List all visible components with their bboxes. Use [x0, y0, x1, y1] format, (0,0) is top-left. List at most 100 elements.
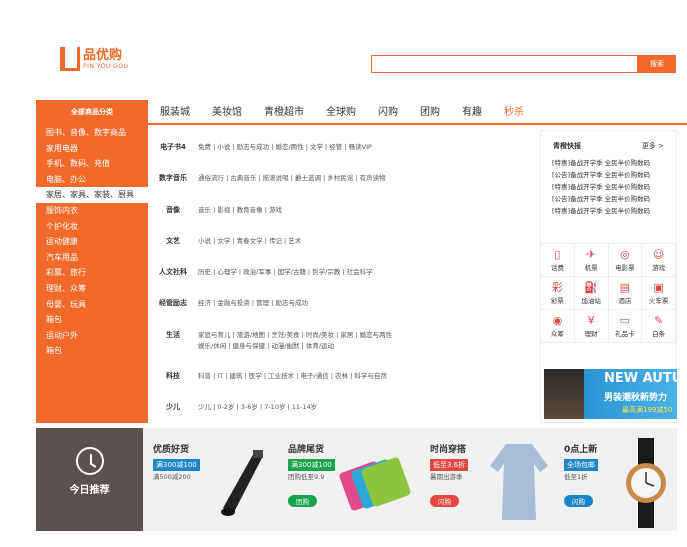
menu-heading[interactable]: 少儿 — [148, 402, 198, 413]
menu-heading[interactable]: 音像 — [148, 205, 198, 216]
towels-image — [339, 457, 411, 511]
sidebar-item[interactable]: 个护化妆 — [36, 219, 148, 235]
service-item[interactable]: ▯ 话费 — [541, 244, 575, 277]
logo-mark — [60, 47, 80, 71]
main-nav: 全部商品分类 服装城 美妆馆 青橙超市 全球购 闪购 团购 有趣 秒杀 — [36, 100, 687, 125]
news-item[interactable]: [公告]备战开学季 全民半价购数码 — [552, 193, 665, 205]
tab-beauty[interactable]: 美妆馆 — [212, 100, 242, 125]
tab-flash[interactable]: 闪购 — [378, 100, 398, 125]
sidebar-item[interactable]: 服饰内衣 — [36, 203, 148, 219]
sidebar-item[interactable]: 运动户外 — [36, 328, 148, 344]
service-item[interactable]: ¥ 理财 — [574, 310, 609, 343]
menu-links[interactable]: 少儿 | 0-2岁 | 3-6岁 | 7-10岁 | 11-14岁 — [198, 402, 535, 413]
sidebar-item[interactable]: 运动健康 — [36, 234, 148, 250]
menu-heading[interactable]: 科技 — [148, 371, 198, 382]
menu-links[interactable]: 科普 | IT | 建筑 | 医学 | 工业技术 | 电子/通信 | 农林 | … — [198, 371, 535, 382]
sidebar-item[interactable]: 箱包 — [36, 343, 148, 359]
tab-clothing[interactable]: 服装城 — [160, 100, 190, 125]
menu-links[interactable]: 小说 | 文学 | 青春文学 | 传记 | 艺术 — [198, 236, 535, 247]
menu-heading[interactable]: 电子书4 — [148, 142, 198, 153]
service-item[interactable]: ✎ 白条 — [642, 310, 676, 343]
menu-row: 人文社科 历史 | 心理学 | 政治/军事 | 国学/古籍 | 哲学/宗教 | 社… — [148, 267, 535, 278]
category-sidebar: 图书、音像、数字商品 家用电器 手机、数码、充值 电脑、办公 家居、家具、家装、… — [36, 125, 148, 423]
menu-links[interactable]: 经济 | 金融与投资 | 管理 | 励志与成功 — [198, 298, 535, 309]
search-button[interactable]: 搜索 — [638, 55, 676, 73]
card-title: 优质好货 — [153, 445, 190, 455]
service-item[interactable]: ✈ 机票 — [574, 244, 609, 277]
service-label: 机票 — [584, 264, 598, 272]
service-item[interactable]: ◉ 众筹 — [541, 310, 575, 343]
card-subtitle: 团购低至9.9 — [288, 473, 325, 481]
tab-supermarket[interactable]: 青橙超市 — [264, 100, 304, 125]
menu-heading[interactable]: 生活 — [148, 330, 198, 352]
card-subtitle: 满500减200 — [153, 473, 191, 481]
service-item[interactable]: ▤ 酒店 — [608, 277, 643, 310]
sidebar-item[interactable]: 汽车用品 — [36, 250, 148, 266]
news-item[interactable]: [特惠]备战开学季 全民半价购数码 — [552, 205, 665, 217]
service-label: 酒店 — [618, 297, 632, 305]
flash-buy-button[interactable]: 闪购 — [564, 495, 593, 507]
promo-card[interactable]: 时尚穿搭 低至3.6折 暑期出游季 闪购 — [420, 428, 555, 531]
tab-fun[interactable]: 有趣 — [462, 100, 482, 125]
menu-heading[interactable]: 数字音乐 — [148, 173, 198, 184]
news-item[interactable]: [特惠]备战开学季 全民半价购数码 — [552, 181, 665, 193]
sidebar-item[interactable]: 家用电器 — [36, 141, 148, 157]
menu-row: 少儿 少儿 | 0-2岁 | 3-6岁 | 7-10岁 | 11-14岁 — [148, 402, 535, 413]
sidebar-item[interactable]: 手机、数码、充值 — [36, 156, 148, 172]
crowdfund-icon: ◉ — [552, 314, 563, 327]
all-categories-button[interactable]: 全部商品分类 — [36, 100, 148, 125]
news-more-link[interactable]: 更多 > — [642, 141, 664, 151]
promo-card[interactable]: 优质好货 满300减100 满500减200 — [143, 428, 278, 531]
promo-card[interactable]: 品牌尾货 满300减100 团购低至9.9 团购 — [278, 428, 413, 531]
sidebar-item[interactable]: 理财、众筹 — [36, 281, 148, 297]
service-item[interactable]: ◎ 电影票 — [608, 244, 643, 277]
credit-icon: ✎ — [654, 314, 664, 327]
group-buy-button[interactable]: 团购 — [288, 495, 317, 507]
service-label: 众筹 — [550, 330, 564, 338]
news-item[interactable]: [公告]备战开学季 全民半价购数码 — [552, 169, 665, 181]
news-list: [特惠]备战开学季 全民半价购数码 [公告]备战开学季 全民半价购数码 [特惠]… — [541, 151, 676, 217]
sidebar-item[interactable]: 母婴、玩具 — [36, 297, 148, 313]
sidebar-item[interactable]: 电脑、办公 — [36, 172, 148, 188]
menu-links-line1[interactable]: 家庭与育儿 | 旅游/地图 | 烹饪/美食 | 时尚/美妆 | 家居 | 婚恋与… — [198, 331, 392, 339]
menu-links[interactable]: 历史 | 心理学 | 政治/军事 | 国学/古籍 | 哲学/宗教 | 社会科学 — [198, 267, 535, 278]
logo[interactable]: 品优购 PIN YOU GOU — [60, 47, 128, 71]
menu-heading[interactable]: 人文社科 — [148, 267, 198, 278]
card-subtitle: 低至1折 — [564, 473, 588, 481]
menu-heading[interactable]: 文艺 — [148, 236, 198, 247]
service-item[interactable]: ▭ 礼品卡 — [608, 310, 643, 343]
service-item[interactable]: ⛽ 加油站 — [574, 277, 609, 310]
train-icon: ▣ — [653, 281, 664, 294]
menu-links[interactable]: 家庭与育儿 | 旅游/地图 | 烹饪/美食 | 时尚/美妆 | 家居 | 婚恋与… — [198, 330, 535, 352]
sidebar-item[interactable]: 彩票、旅行 — [36, 265, 148, 281]
sidebar-item[interactable]: 图书、音像、数字商品 — [36, 125, 148, 141]
sidebar-item[interactable]: 箱包 — [36, 312, 148, 328]
card-tag: 低至3.6折 — [430, 459, 469, 471]
game-icon: ☺ — [652, 248, 665, 261]
service-item[interactable]: 彩彩票 — [541, 277, 575, 310]
news-item[interactable]: [特惠]备战开学季 全民半价购数码 — [552, 157, 665, 169]
promo-card[interactable]: 0点上新 全场包邮 低至1折 闪购 — [554, 428, 687, 531]
flash-buy-button[interactable]: 闪购 — [430, 495, 459, 507]
tab-global[interactable]: 全球购 — [326, 100, 356, 125]
search-input[interactable] — [371, 55, 638, 73]
menu-heading[interactable]: 经管励志 — [148, 298, 198, 309]
menu-links-line2[interactable]: 娱乐/休闲 | 健身与保健 | 动漫/幽默 | 体育/运动 — [198, 342, 334, 350]
tab-group[interactable]: 团购 — [420, 100, 440, 125]
sidebar-item[interactable]: 家居、家具、家装、厨具 — [36, 187, 148, 203]
card-tag: 满300减100 — [288, 459, 335, 471]
vacuum-image — [221, 450, 263, 516]
card-subtitle: 暑期出游季 — [430, 473, 463, 481]
tab-seckill[interactable]: 秒杀 — [504, 100, 524, 125]
autumn-banner[interactable]: NEW AUTUMN 男装潮秋新势力 最高满199减50 — [544, 369, 677, 419]
menu-links[interactable]: 音乐 | 影视 | 教育音像 | 游戏 — [198, 205, 535, 216]
menu-links[interactable]: 通俗流行 | 古典音乐 | 摇滚说唱 | 爵士蓝调 | 乡村民谣 | 有声读物 — [198, 173, 535, 184]
menu-row: 科技 科普 | IT | 建筑 | 医学 | 工业技术 | 电子/通信 | 农林 … — [148, 371, 535, 382]
service-label: 彩票 — [550, 297, 564, 305]
shirt-image — [490, 444, 548, 520]
menu-links[interactable]: 免费 | 小说 | 励志与成功 | 婚恋/两性 | 文学 | 经管 | 畅读VI… — [198, 142, 535, 153]
service-item[interactable]: ☺ 游戏 — [642, 244, 676, 277]
news-title: 青橙快报 — [553, 142, 581, 150]
service-item[interactable]: ▣ 火车票 — [642, 277, 676, 310]
model-photo — [544, 369, 584, 419]
